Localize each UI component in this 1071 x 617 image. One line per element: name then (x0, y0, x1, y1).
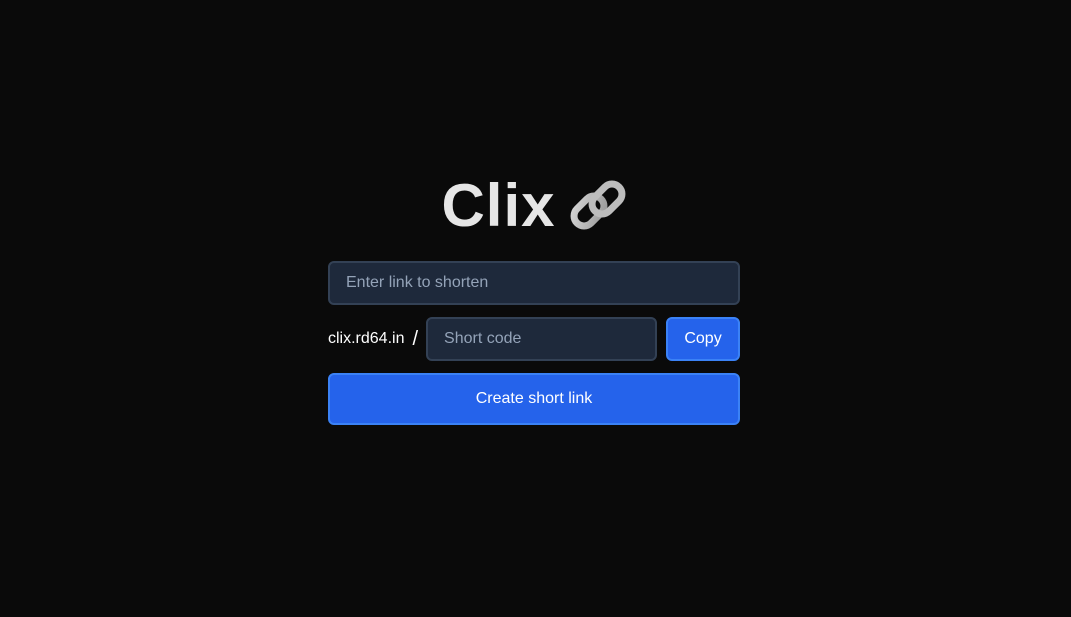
short-code-row: clix.rd64.in / Copy (328, 317, 740, 361)
domain-label: clix.rd64.in (328, 330, 405, 347)
brand-header: Clix (0, 172, 1071, 240)
short-code-input[interactable] (426, 317, 658, 361)
path-separator: / (412, 327, 419, 350)
create-short-link-button[interactable]: Create short link (328, 373, 740, 425)
copy-button[interactable]: Copy (666, 317, 740, 361)
url-input[interactable] (328, 261, 740, 305)
app-root: Clix clix.rd64.in / Copy Create short l (0, 0, 1071, 617)
link-chain-icon (566, 175, 630, 239)
shorten-form: clix.rd64.in / Copy Create short link (328, 261, 740, 425)
app-title: Clix (441, 172, 556, 239)
